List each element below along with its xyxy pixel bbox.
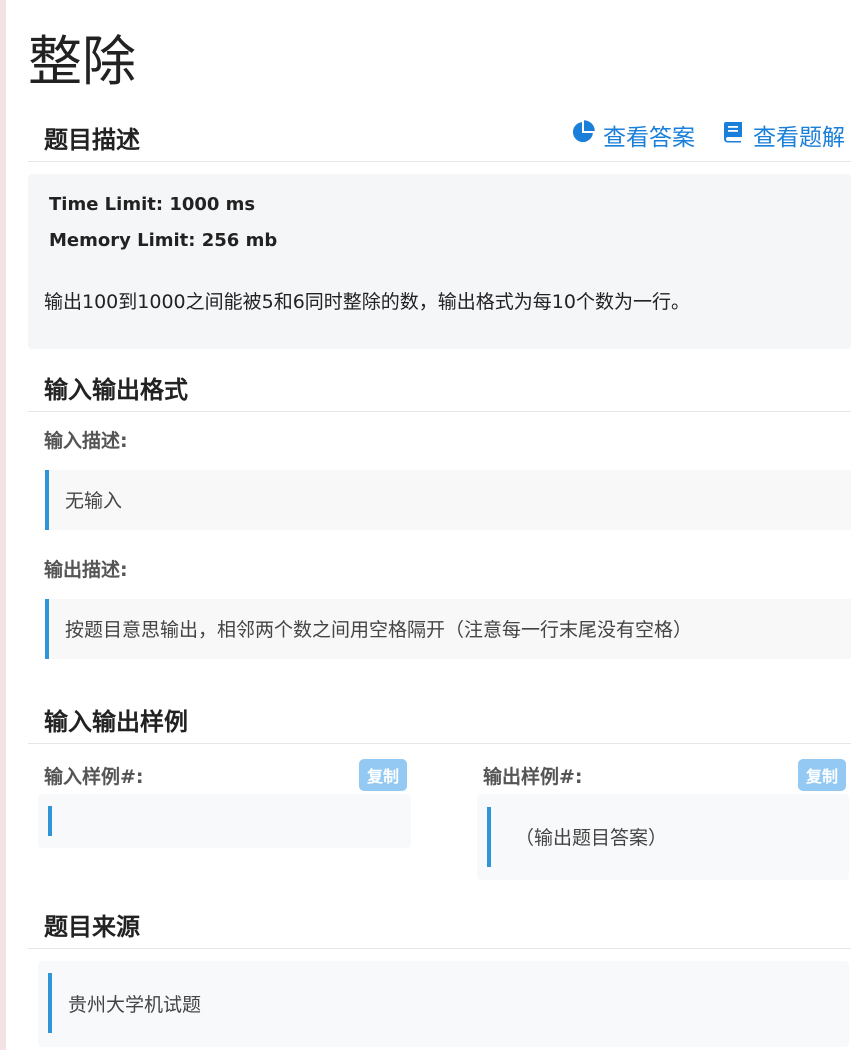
samples-section-header: 输入输出样例 xyxy=(28,694,851,744)
output-sample-label: 输出样例#: xyxy=(483,766,583,788)
output-sample-text: （输出题目答案） xyxy=(515,827,668,849)
copy-output-sample-button[interactable]: 复制 xyxy=(798,759,846,791)
page-title: 整除 xyxy=(28,30,136,93)
copy-input-sample-button[interactable]: 复制 xyxy=(359,759,407,791)
output-description-label: 输出描述: xyxy=(44,559,128,581)
source-text: 贵州大学机试题 xyxy=(68,994,202,1016)
input-description-label: 输入描述: xyxy=(44,430,128,452)
source-card: 贵州大学机试题 xyxy=(38,961,849,1047)
view-answer-label: 查看答案 xyxy=(603,125,695,151)
input-sample-block xyxy=(48,806,388,836)
problem-actions: 查看答案 查看题解 xyxy=(571,118,845,152)
time-limit: Time Limit: 1000 ms xyxy=(49,194,256,215)
output-description-text: 按题目意思输出，相邻两个数之间用空格隔开（注意每一行末尾没有空格） xyxy=(65,619,693,641)
left-border-stripe xyxy=(0,0,6,1050)
source-heading: 题目来源 xyxy=(44,913,140,941)
description-text: 输出100到1000之间能被5和6同时整除的数，输出格式为每10个数为一行。 xyxy=(44,291,690,313)
view-solution-label: 查看题解 xyxy=(753,125,845,151)
view-solution-link[interactable]: 查看题解 xyxy=(721,118,845,152)
description-box: Time Limit: 1000 ms Memory Limit: 256 mb… xyxy=(28,174,851,349)
samples-heading: 输入输出样例 xyxy=(44,708,188,736)
input-description-block: 无输入 xyxy=(45,470,851,530)
view-answer-link[interactable]: 查看答案 xyxy=(571,118,695,152)
output-sample-card: （输出题目答案） xyxy=(477,794,849,880)
output-description-block: 按题目意思输出，相邻两个数之间用空格隔开（注意每一行末尾没有空格） xyxy=(45,599,851,659)
pie-chart-icon xyxy=(571,120,595,150)
source-block: 贵州大学机试题 xyxy=(48,973,838,1033)
output-sample-block: （输出题目答案） xyxy=(487,807,827,867)
input-description-text: 无输入 xyxy=(65,490,123,512)
source-section-header: 题目来源 xyxy=(28,899,851,949)
book-icon xyxy=(721,120,745,150)
input-sample-label: 输入样例#: xyxy=(44,766,144,788)
input-sample-card xyxy=(38,794,411,848)
description-section-header: 题目描述 查看答案 查看题解 xyxy=(28,112,851,162)
io-format-heading: 输入输出格式 xyxy=(44,376,188,404)
io-format-section-header: 输入输出格式 xyxy=(28,362,851,412)
description-heading: 题目描述 xyxy=(44,126,140,154)
memory-limit: Memory Limit: 256 mb xyxy=(49,230,278,251)
